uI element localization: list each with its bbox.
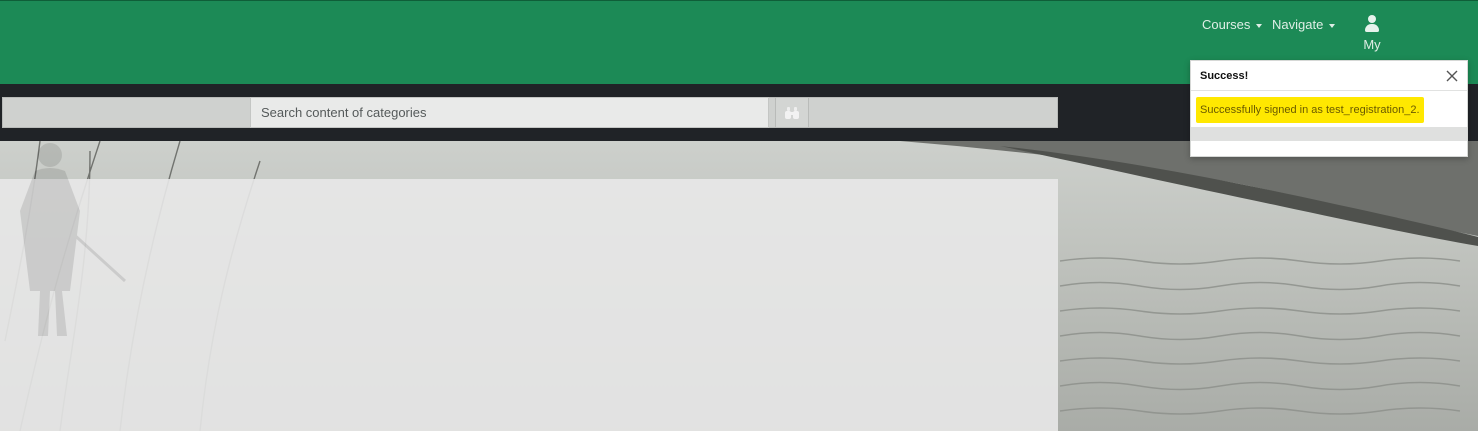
success-toast: Success! Successfully signed in as test_… — [1190, 60, 1468, 157]
close-icon[interactable] — [1445, 69, 1459, 83]
chevron-down-icon — [1256, 23, 1263, 28]
courses-label: Courses — [1202, 17, 1251, 32]
content-overlay — [0, 179, 1058, 431]
navigate-label: Navigate — [1272, 17, 1324, 32]
account-label: My — [1363, 37, 1381, 52]
courses-menu[interactable]: Courses — [1202, 17, 1263, 32]
search-button[interactable] — [775, 97, 809, 128]
toast-progress-bar — [1191, 127, 1467, 141]
figure-silhouette — [20, 143, 127, 336]
toast-body: Successfully signed in as test_registrat… — [1191, 91, 1467, 123]
chevron-down-icon — [1329, 23, 1336, 28]
navigate-menu[interactable]: Navigate — [1272, 17, 1336, 32]
hero-image — [0, 141, 1478, 431]
toast-header: Success! — [1191, 61, 1467, 91]
user-icon — [1364, 15, 1380, 33]
binoculars-icon — [785, 106, 799, 119]
my-account-menu[interactable]: My — [1352, 15, 1392, 52]
toast-title: Success! — [1200, 69, 1249, 82]
search-input[interactable] — [250, 97, 769, 128]
toast-message: Successfully signed in as test_registrat… — [1196, 97, 1424, 123]
